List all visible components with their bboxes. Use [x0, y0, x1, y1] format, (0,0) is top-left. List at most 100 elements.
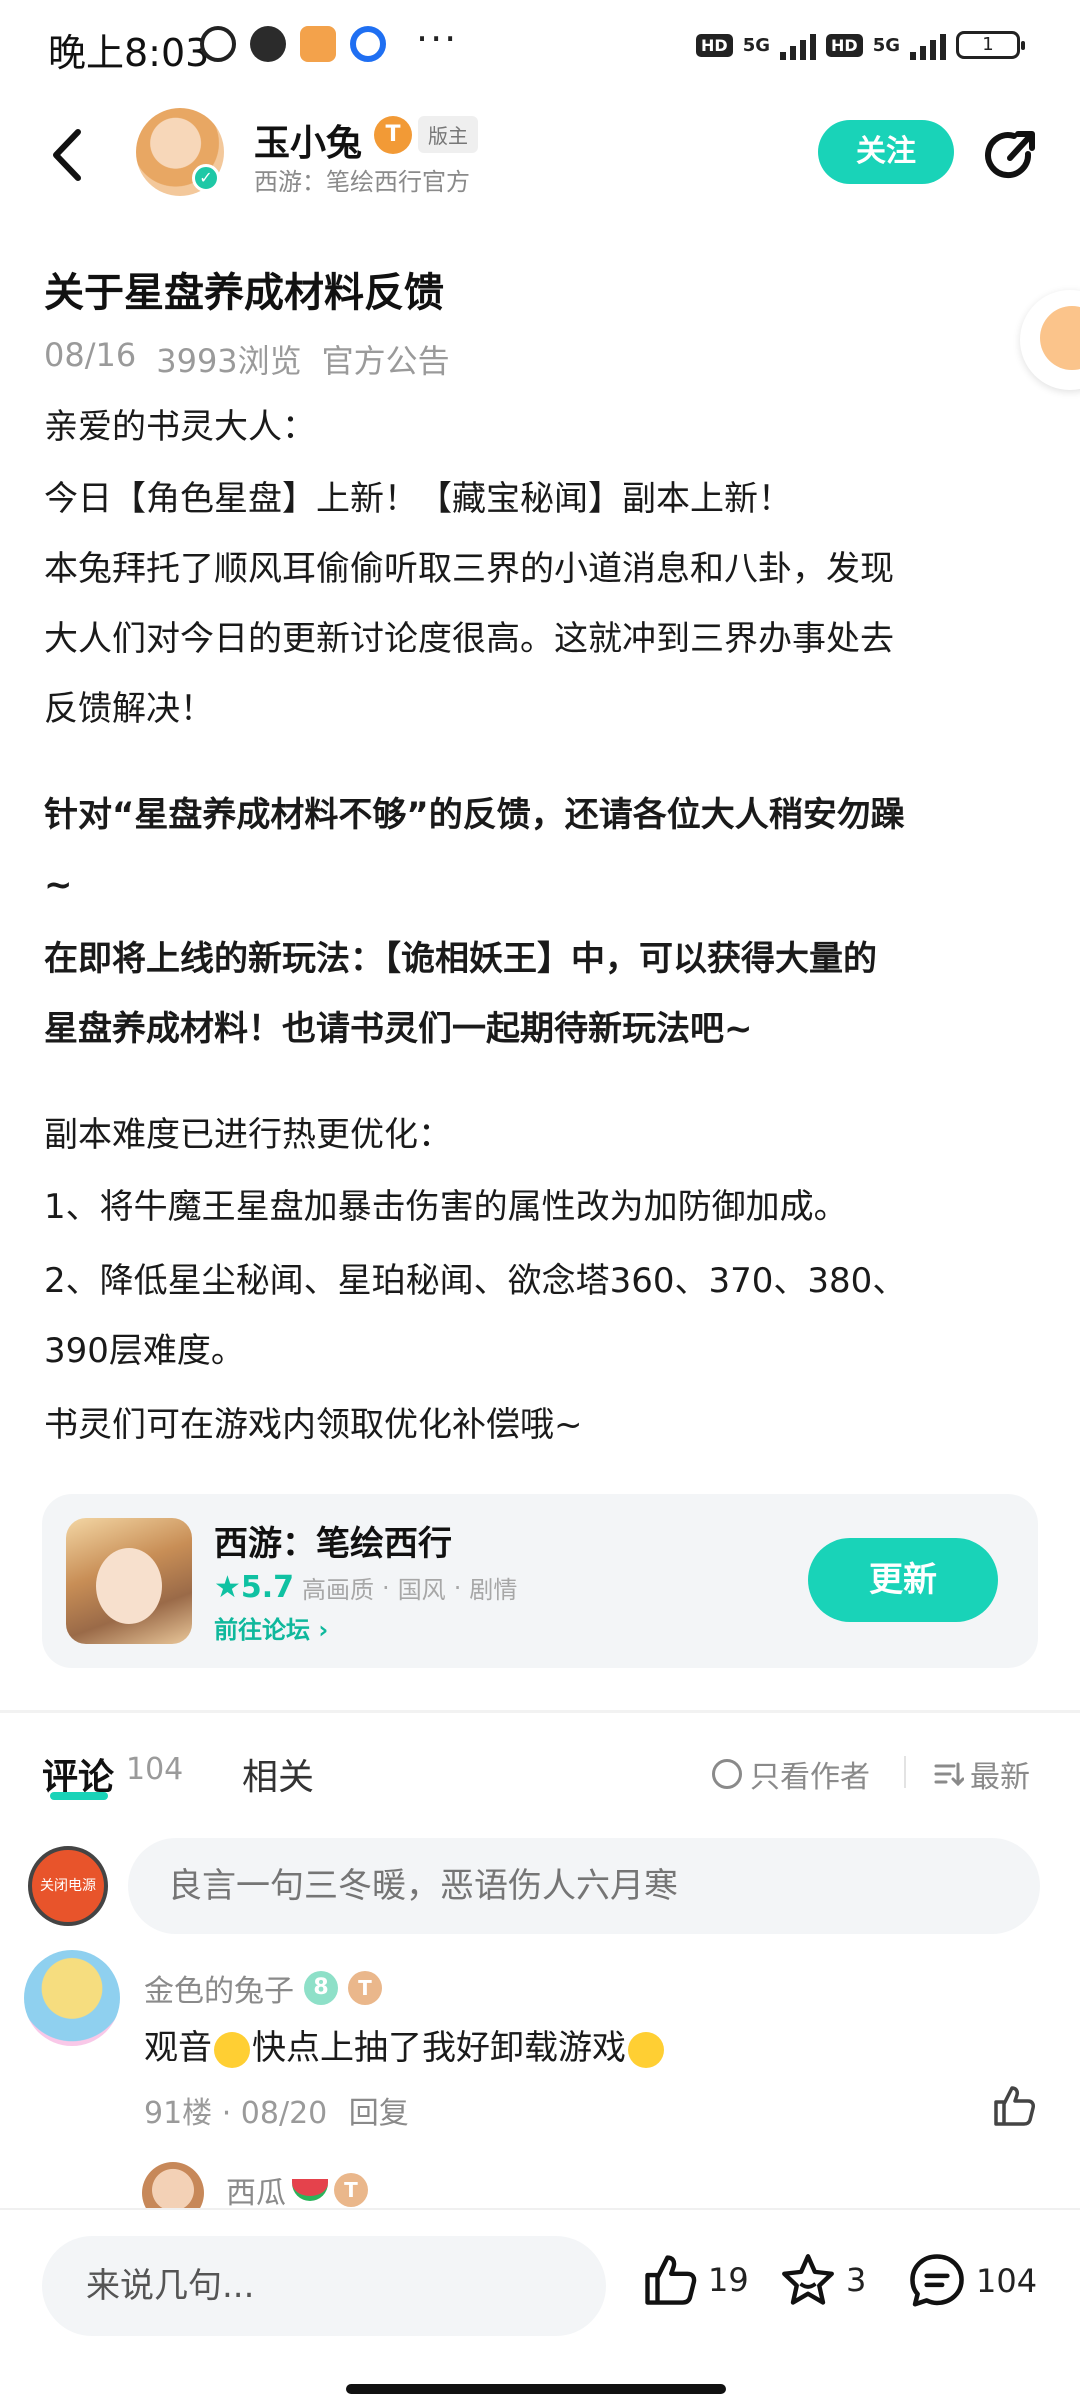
game-tag: 高画质 — [302, 1576, 375, 1604]
comment-like-button[interactable] — [990, 2082, 1038, 2130]
status-icons-left: ··· — [200, 17, 458, 62]
comment-floor-date: 91楼 · 08/20 — [144, 2096, 328, 2131]
paragraph-material-line-1: 针对“星盘养成材料不够”的反馈，还请各位大人稍安勿躁 — [44, 795, 905, 835]
sort-button[interactable]: 最新 — [932, 1752, 1030, 1796]
paragraph-announcement: 今日【角色星盘】上新！【藏宝秘闻】副本上新！ — [44, 479, 792, 519]
author-name[interactable]: 玉小兔 — [254, 114, 362, 166]
comment-meta: 91楼 · 08/20 回复 — [144, 2088, 409, 2132]
say-something-input[interactable]: 来说几句... — [42, 2236, 606, 2336]
floating-assistant-button[interactable] — [1020, 290, 1080, 390]
share-button[interactable] — [980, 126, 1040, 186]
update-button[interactable]: 更新 — [808, 1538, 998, 1622]
more-notifications-icon: ··· — [416, 17, 459, 61]
reply-user-name[interactable]: 西瓜 — [226, 2168, 286, 2212]
paragraph-difficulty-heading: 副本难度已进行热更优化： — [44, 1115, 452, 1155]
forum-link[interactable]: 前往论坛 › — [214, 1610, 328, 1645]
level-badge: T — [374, 116, 412, 154]
paragraph-item-1: 1、将牛魔王星盘加暴击伤害的属性改为加防御加成。 — [44, 1187, 848, 1227]
paragraph-greeting: 亲爱的书灵大人： — [44, 407, 316, 447]
reply-user-info: 西瓜 T — [226, 2168, 368, 2212]
sort-label: 最新 — [970, 1760, 1030, 1795]
post-title: 关于星盘养成材料反馈 — [44, 270, 444, 316]
comment-count: 104 — [126, 1752, 184, 1787]
game-name: 西游：笔绘西行 — [214, 1524, 452, 1564]
author-only-toggle[interactable]: 只看作者 — [712, 1752, 870, 1796]
signal-icon-1 — [780, 30, 817, 60]
status-time: 晚上8:03 — [48, 31, 210, 75]
back-button[interactable] — [40, 120, 100, 190]
network-type-1: 5G — [742, 34, 771, 56]
paragraph-item-2-line-1: 2、降低星尘秘闻、星珀秘闻、欲念塔360、370、380、 — [44, 1261, 907, 1301]
active-tab-indicator — [50, 1792, 108, 1800]
commenter-level-badge: 8 — [304, 1971, 338, 2005]
post-meta: 08/16 3993浏览 官方公告 — [44, 336, 450, 382]
favorite-button[interactable]: 3 — [778, 2250, 866, 2310]
paragraph-feedback-line-1: 本兔拜托了顺风耳偷偷听取三界的小道消息和八卦，发现 — [44, 549, 894, 589]
bottom-action-bar: 来说几句... 19 3 104 — [0, 2208, 1080, 2400]
author-subtitle: 西游：笔绘西行官方 — [254, 168, 470, 196]
network-type-2: 5G — [872, 34, 900, 56]
thumbs-up-icon — [645, 2255, 697, 2305]
game-info: ★5.7 高画质 · 国风 · 剧情 — [214, 1570, 517, 1605]
paragraph-new-mode-line-2: 星盘养成材料！也请书灵们一起期待新玩法吧~ — [44, 1009, 753, 1049]
post-views: 3993浏览 — [156, 342, 302, 380]
like-count: 19 — [708, 2261, 749, 2299]
section-divider — [0, 1710, 1080, 1713]
author-only-label: 只看作者 — [750, 1760, 870, 1795]
smiling-emoji-icon — [214, 2031, 250, 2068]
sort-icon — [934, 1762, 964, 1787]
comment-text-part: 快点上抽了我好卸载游戏 — [252, 2028, 626, 2068]
hd-icon: HD — [696, 33, 733, 57]
paragraph-compensation: 书灵们可在游戏内领取优化补偿哦~ — [44, 1405, 583, 1445]
hand-over-mouth-emoji-icon — [628, 2031, 664, 2068]
hd-icon-2: HD — [826, 33, 863, 57]
post-header: ✓ 玉小兔 T 版主 西游：笔绘西行官方 关注 — [0, 100, 1080, 210]
tag-separator: · — [382, 1573, 390, 1602]
verified-icon: ✓ — [192, 164, 220, 192]
game-card[interactable]: 西游：笔绘西行 ★5.7 高画质 · 国风 · 剧情 前往论坛 › 更新 — [42, 1494, 1038, 1668]
game-notification-icon — [300, 26, 336, 62]
comment-text: 观音 快点上抽了我好卸载游戏 — [144, 2020, 666, 2069]
tag-separator: · — [453, 1573, 462, 1602]
status-icons-right: HD 5G HD 5G 1 — [696, 30, 1025, 60]
commenter-title-badge: T — [348, 1971, 382, 2005]
game-tag: 剧情 — [469, 1576, 518, 1604]
moderator-badge: 版主 — [418, 116, 478, 153]
post-category[interactable]: 官方公告 — [322, 336, 450, 382]
commenter-avatar[interactable] — [24, 1950, 120, 2046]
signal-icon-2 — [910, 30, 946, 60]
game-tag: 国风 — [397, 1576, 446, 1604]
reply-button[interactable]: 回复 — [349, 2096, 409, 2131]
post-date: 08/16 — [44, 336, 137, 374]
favorite-count: 3 — [846, 2261, 867, 2299]
share-icon — [985, 131, 1035, 179]
my-avatar[interactable]: 关闭电源 — [28, 1846, 108, 1926]
comments-button[interactable]: 104 — [906, 2250, 1037, 2312]
browser-notification-icon — [350, 26, 386, 62]
comments-count: 104 — [976, 2262, 1038, 2300]
paragraph-feedback-line-2: 大人们对今日的更新讨论度很高。这就冲到三界办事处去 — [44, 619, 894, 659]
comment-input[interactable] — [128, 1838, 1040, 1934]
app-notification-icon — [250, 26, 286, 62]
sort-separator — [904, 1756, 906, 1788]
like-button[interactable]: 19 — [640, 2250, 749, 2310]
comment-text-part: 观音 — [144, 2028, 212, 2068]
reply-level-badge: T — [334, 2173, 368, 2207]
tab-related[interactable]: 相关 — [242, 1748, 314, 1800]
alarm-icon — [200, 26, 236, 62]
commenter-name[interactable]: 金色的兔子 — [144, 1966, 294, 2010]
game-icon[interactable] — [66, 1518, 192, 1644]
back-arrow-icon — [53, 129, 81, 181]
thumbs-up-icon — [994, 2086, 1035, 2126]
follow-button[interactable]: 关注 — [818, 120, 954, 184]
paragraph-material-line-2: ~ — [44, 865, 73, 905]
comment-bubble-icon — [910, 2254, 964, 2307]
watermelon-emoji-icon — [292, 2179, 328, 2201]
commenter-info: 金色的兔子 8 T — [144, 1966, 382, 2010]
status-bar: 晚上8:03 ··· HD 5G HD 5G 1 — [0, 0, 1080, 96]
paragraph-feedback-line-3: 反馈解决！ — [44, 689, 214, 729]
game-rating: ★5.7 — [214, 1570, 295, 1605]
paragraph-new-mode-line-1: 在即将上线的新玩法：【诡相妖王】中，可以获得大量的 — [44, 939, 877, 979]
radio-icon — [712, 1759, 742, 1789]
home-indicator[interactable] — [346, 2384, 726, 2394]
